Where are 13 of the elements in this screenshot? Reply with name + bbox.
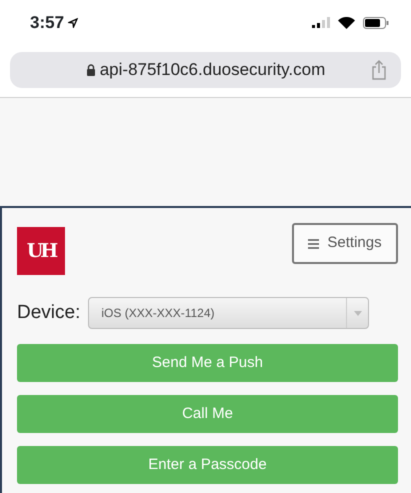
device-select[interactable]: iOS (XXX-XXX-1124) xyxy=(88,297,370,329)
device-label: Device: xyxy=(17,300,80,325)
settings-button[interactable]: Settings xyxy=(292,223,398,264)
wifi-icon xyxy=(338,16,355,28)
signal-icon xyxy=(312,17,330,28)
menu-icon xyxy=(308,238,320,248)
location-arrow-icon xyxy=(68,18,78,28)
university-logo: UH xyxy=(17,227,65,275)
caret-icon xyxy=(354,310,362,316)
battery-icon xyxy=(363,16,389,28)
status-time: 3:57 xyxy=(30,12,64,34)
share-icon[interactable] xyxy=(371,60,387,80)
lock-icon xyxy=(86,64,96,76)
